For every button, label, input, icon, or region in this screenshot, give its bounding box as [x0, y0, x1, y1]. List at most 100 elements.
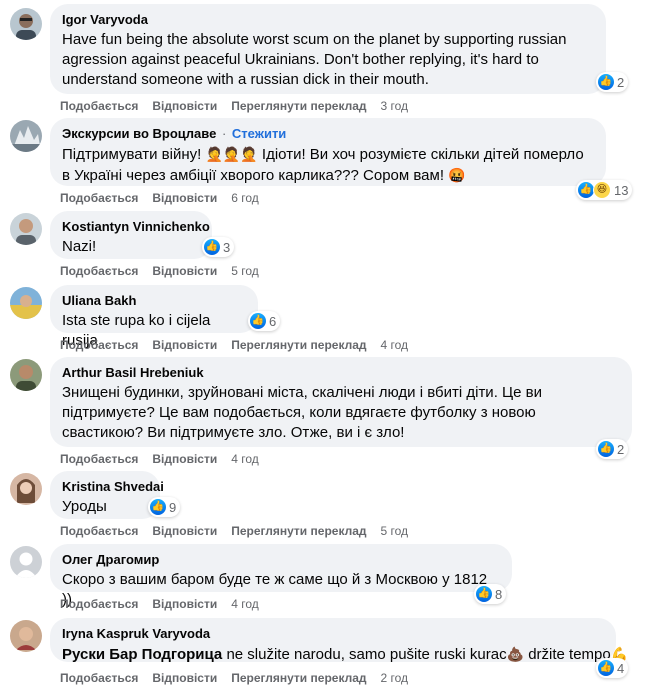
comment-time[interactable]: 4 год	[231, 596, 259, 612]
comment-actions: Подобається Відповісти Переглянути перек…	[60, 670, 408, 686]
comment-text: Руски Бар Подгорица ne služite narodu, s…	[62, 644, 628, 665]
reaction-summary[interactable]: 👍 3	[202, 237, 235, 257]
reaction-summary[interactable]: 👍 2	[596, 439, 629, 459]
comment-text: Уроды	[62, 498, 107, 515]
separator-dot: ·	[221, 126, 227, 141]
avatar[interactable]	[10, 546, 42, 578]
reply-button[interactable]: Відповісти	[152, 670, 217, 686]
translate-button[interactable]: Переглянути переклад	[231, 523, 366, 539]
reaction-count: 9	[169, 499, 177, 515]
comment-time[interactable]: 3 год	[381, 98, 409, 114]
reaction-summary[interactable]: 👍 2	[596, 72, 629, 92]
like-icon: 👍	[250, 313, 266, 329]
comment-bubble: Kristina Shvedai Уроды	[50, 471, 164, 519]
comment-author[interactable]: Uliana Bakh	[62, 293, 246, 309]
translate-button[interactable]: Переглянути переклад	[231, 98, 366, 114]
like-icon: 👍	[150, 499, 166, 515]
reply-button[interactable]: Відповісти	[152, 263, 217, 279]
like-button[interactable]: Подобається	[60, 98, 138, 114]
avatar[interactable]	[10, 620, 42, 652]
comment-author-name[interactable]: Экскурсии во Вроцлаве	[62, 126, 216, 141]
reaction-summary[interactable]: 👍 4	[596, 658, 629, 678]
comment-author[interactable]: Kristina Shvedai	[62, 479, 164, 495]
comment-bubble: Uliana Bakh Ista ste rupa ko i cijela ru…	[50, 285, 258, 349]
like-button[interactable]: Подобається	[60, 451, 138, 467]
comment-bubble: Экскурсии во Вроцлаве · Стежити Підтриму…	[50, 118, 606, 186]
comment-actions: Подобається Відповісти Переглянути перек…	[60, 523, 408, 539]
comment-actions: Подобається Відповісти 5 год	[60, 263, 259, 279]
reaction-count: 13	[614, 182, 629, 198]
comment-bubble: Kostiantyn Vinnichenko Nazi!	[50, 211, 212, 259]
reaction-summary[interactable]: 👍 8	[474, 584, 507, 604]
reaction-count: 8	[495, 586, 503, 602]
like-icon: 👍	[476, 586, 492, 602]
comment-actions: Подобається Відповісти 6 год	[60, 190, 259, 206]
like-button[interactable]: Подобається	[60, 523, 138, 539]
like-button[interactable]: Подобається	[60, 337, 138, 353]
comment-text-rest: ne služite narodu, samo pušite ruski kur…	[222, 646, 507, 663]
comment-author[interactable]: Олег Драгомир	[62, 552, 500, 568]
reaction-count: 3	[223, 239, 231, 255]
comment-time[interactable]: 5 год	[381, 523, 409, 539]
comment-text: Підтримувати війну! 🤦🤦🤦 Ідіоти! Ви хоч р…	[62, 144, 594, 186]
comment-actions: Подобається Відповісти Переглянути перек…	[60, 98, 408, 114]
comment-actions: Подобається Відповісти Переглянути перек…	[60, 337, 408, 353]
translate-button[interactable]: Переглянути переклад	[231, 670, 366, 686]
comment-actions: Подобається Відповісти 4 год	[60, 451, 259, 467]
comment-text: Знищені будинки, зруйновані міста, скалі…	[62, 384, 542, 441]
translate-button[interactable]: Переглянути переклад	[231, 337, 366, 353]
comment-bubble: Iryna Kaspruk Varyvoda Руски Бар Подгори…	[50, 618, 628, 665]
reply-button[interactable]: Відповісти	[152, 451, 217, 467]
comment-text-part1: Підтримувати війну!	[62, 146, 206, 163]
comment-time[interactable]: 2 год	[381, 670, 409, 686]
avatar[interactable]	[10, 213, 42, 245]
comment-time[interactable]: 5 год	[231, 263, 259, 279]
comment-bubble: Igor Varyvoda Have fun being the absolut…	[50, 4, 606, 94]
reply-button[interactable]: Відповісти	[152, 337, 217, 353]
reaction-count: 2	[617, 74, 625, 90]
comment-author[interactable]: Arthur Basil Hrebeniuk	[62, 365, 620, 381]
like-button[interactable]: Подобається	[60, 263, 138, 279]
comment-author[interactable]: Igor Varyvoda	[62, 12, 594, 28]
like-icon: 👍	[598, 660, 614, 676]
avatar[interactable]	[10, 359, 42, 391]
reaction-summary[interactable]: 👍 😆 13	[576, 180, 633, 200]
reaction-summary[interactable]: 👍 9	[148, 497, 181, 517]
reply-button[interactable]: Відповісти	[152, 523, 217, 539]
comment-author: Экскурсии во Вроцлаве · Стежити	[62, 126, 594, 142]
comment-time[interactable]: 4 год	[231, 451, 259, 467]
avatar[interactable]	[10, 287, 42, 319]
like-button[interactable]: Подобається	[60, 190, 138, 206]
like-icon: 👍	[598, 74, 614, 90]
comment-author[interactable]: Iryna Kaspruk Varyvoda	[62, 626, 604, 642]
comment-time[interactable]: 6 год	[231, 190, 259, 206]
like-button[interactable]: Подобається	[60, 670, 138, 686]
comment-time[interactable]: 4 год	[381, 337, 409, 353]
avatar[interactable]	[10, 120, 42, 152]
comment-bubble: Олег Драгомир Скоро з вашим баром буде т…	[50, 544, 512, 608]
like-icon: 👍	[598, 441, 614, 457]
avatar[interactable]	[10, 8, 42, 40]
mentioned-page[interactable]: Руски Бар Подгорица	[62, 646, 222, 663]
avatar[interactable]	[10, 473, 42, 505]
reaction-summary[interactable]: 👍 6	[248, 311, 281, 331]
reaction-count: 6	[269, 313, 277, 329]
angry-emoji: 🤬	[448, 167, 466, 183]
comment-feed: Igor Varyvoda Have fun being the absolut…	[0, 0, 646, 690]
reaction-count: 4	[617, 660, 625, 676]
comment-text: Nazi!	[62, 238, 97, 255]
reply-button[interactable]: Відповісти	[152, 98, 217, 114]
follow-button[interactable]: Стежити	[232, 126, 286, 141]
reply-button[interactable]: Відповісти	[152, 596, 217, 612]
comment-text: Have fun being the absolute worst scum o…	[62, 31, 567, 88]
like-icon: 👍	[578, 182, 594, 198]
like-icon: 👍	[204, 239, 220, 255]
haha-icon: 😆	[593, 181, 611, 199]
comment-bubble: Arthur Basil Hrebeniuk Знищені будинки, …	[50, 357, 632, 447]
reaction-count: 2	[617, 441, 625, 457]
comment-author[interactable]: Kostiantyn Vinnichenko	[62, 219, 210, 235]
like-button[interactable]: Подобається	[60, 596, 138, 612]
poop-emoji: 💩	[506, 646, 525, 662]
comment-actions: Подобається Відповісти 4 год	[60, 596, 259, 612]
reply-button[interactable]: Відповісти	[152, 190, 217, 206]
